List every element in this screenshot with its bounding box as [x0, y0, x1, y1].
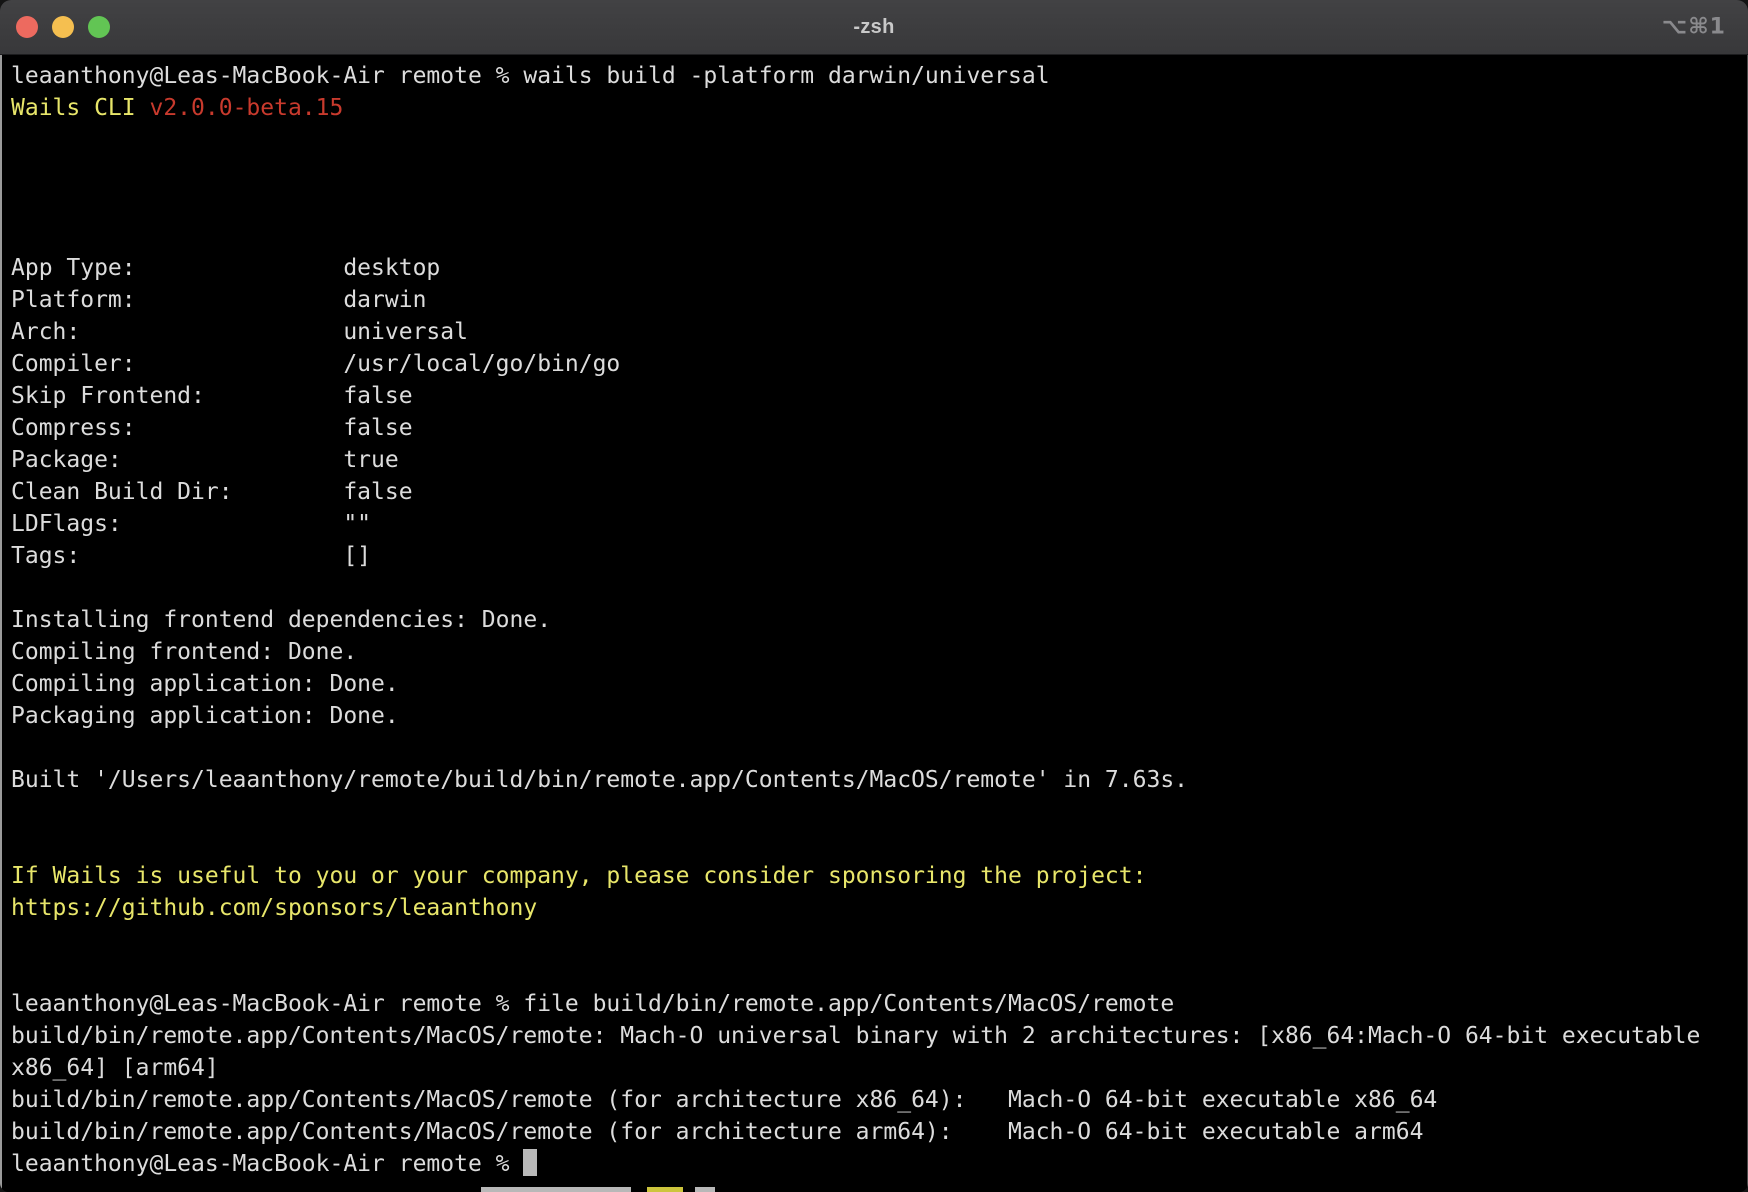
zoom-button[interactable]: [88, 16, 110, 38]
terminal-text: Arch: universal: [11, 319, 468, 345]
file-output-line: build/bin/remote.app/Contents/MacOS/remo…: [11, 1116, 1747, 1148]
terminal-text: If Wails is useful to you or your compan…: [11, 863, 1146, 889]
clipped-highlight-block: [695, 1187, 715, 1192]
terminal-window: -zsh ⌥⌘1 leaanthony@Leas-MacBook-Air rem…: [0, 0, 1748, 1192]
build-step-line: Installing frontend dependencies: Done.: [11, 604, 1747, 636]
build-config-row: App Type: desktop: [11, 252, 1747, 284]
terminal-text: Packaging application: Done.: [11, 703, 399, 729]
terminal-text: Platform: darwin: [11, 287, 426, 313]
terminal-text: Skip Frontend: false: [11, 383, 413, 409]
terminal-text: leaanthony@Leas-MacBook-Air remote % fil…: [11, 991, 1174, 1017]
wails-cli-version-line: Wails CLI v2.0.0-beta.15: [11, 92, 1747, 124]
terminal-blank-line: [11, 828, 1747, 860]
file-output-line: build/bin/remote.app/Contents/MacOS/remo…: [11, 1084, 1747, 1116]
terminal-blank-line: [11, 924, 1747, 956]
build-config-row: Compiler: /usr/local/go/bin/go: [11, 348, 1747, 380]
terminal-text: leaanthony@Leas-MacBook-Air remote % wai…: [11, 63, 1050, 89]
keyboard-shortcut-badge: ⌥⌘1: [1662, 15, 1726, 40]
build-config-row: Clean Build Dir: false: [11, 476, 1747, 508]
build-config-row: Package: true: [11, 444, 1747, 476]
terminal-screen[interactable]: leaanthony@Leas-MacBook-Air remote % wai…: [0, 55, 1748, 1192]
terminal-blank-line: [11, 124, 1747, 156]
terminal-text: Compiling application: Done.: [11, 671, 399, 697]
terminal-blank-line: [11, 796, 1747, 828]
terminal-text: build/bin/remote.app/Contents/MacOS/remo…: [11, 1119, 1423, 1145]
file-output-line: build/bin/remote.app/Contents/MacOS/remo…: [11, 1020, 1747, 1052]
terminal-text: Package: true: [11, 447, 399, 473]
terminal-text: build/bin/remote.app/Contents/MacOS/remo…: [11, 1023, 1700, 1049]
terminal-text: Built '/Users/leaanthony/remote/build/bi…: [11, 767, 1188, 793]
terminal-text: v2.0.0-beta.15: [149, 95, 343, 121]
titlebar[interactable]: -zsh ⌥⌘1: [0, 0, 1748, 55]
terminal-blank-line: [11, 572, 1747, 604]
clipped-highlight-block: [481, 1187, 631, 1192]
terminal-text: Clean Build Dir: false: [11, 479, 413, 505]
terminal-text: LDFlags: "": [11, 511, 371, 537]
build-config-row: Arch: universal: [11, 316, 1747, 348]
clipped-highlight-block: [647, 1187, 683, 1192]
build-config-row: Compress: false: [11, 412, 1747, 444]
clipped-bottom-line: [11, 1180, 1747, 1192]
sponsor-message-line: If Wails is useful to you or your compan…: [11, 860, 1747, 892]
terminal-text: Compiling frontend: Done.: [11, 639, 357, 665]
build-step-line: Compiling frontend: Done.: [11, 636, 1747, 668]
build-config-row: Platform: darwin: [11, 284, 1747, 316]
build-config-row: Skip Frontend: false: [11, 380, 1747, 412]
build-config-row: Tags: []: [11, 540, 1747, 572]
terminal-blank-line: [11, 156, 1747, 188]
build-step-line: Packaging application: Done.: [11, 700, 1747, 732]
terminal-text: Wails CLI: [11, 95, 149, 121]
terminal-text: https://github.com/sponsors/leaanthony: [11, 895, 537, 921]
minimize-button[interactable]: [52, 16, 74, 38]
sponsor-url-line: https://github.com/sponsors/leaanthony: [11, 892, 1747, 924]
terminal-blank-line: [11, 220, 1747, 252]
text-cursor[interactable]: [523, 1149, 537, 1176]
close-button[interactable]: [16, 16, 38, 38]
build-config-row: LDFlags: "": [11, 508, 1747, 540]
terminal-blank-line: [11, 188, 1747, 220]
shell-command-line: leaanthony@Leas-MacBook-Air remote % fil…: [11, 988, 1747, 1020]
terminal-text: build/bin/remote.app/Contents/MacOS/remo…: [11, 1087, 1437, 1113]
terminal-text: Tags: []: [11, 543, 371, 569]
terminal-blank-line: [11, 732, 1747, 764]
build-step-line: Compiling application: Done.: [11, 668, 1747, 700]
window-title: -zsh: [853, 16, 894, 39]
shell-command-line: leaanthony@Leas-MacBook-Air remote % wai…: [11, 60, 1747, 92]
shell-prompt-line: leaanthony@Leas-MacBook-Air remote %: [11, 1148, 1747, 1180]
terminal-blank-line: [11, 956, 1747, 988]
terminal-text: Installing frontend dependencies: Done.: [11, 607, 551, 633]
traffic-lights: [16, 0, 110, 54]
terminal-text: Compress: false: [11, 415, 413, 441]
file-output-wrap-line: x86_64] [arm64]: [11, 1052, 1747, 1084]
terminal-text: Compiler: /usr/local/go/bin/go: [11, 351, 620, 377]
build-result-line: Built '/Users/leaanthony/remote/build/bi…: [11, 764, 1747, 796]
terminal-text: x86_64] [arm64]: [11, 1055, 219, 1081]
terminal-text: leaanthony@Leas-MacBook-Air remote %: [11, 1151, 523, 1177]
terminal-text: App Type: desktop: [11, 255, 440, 281]
